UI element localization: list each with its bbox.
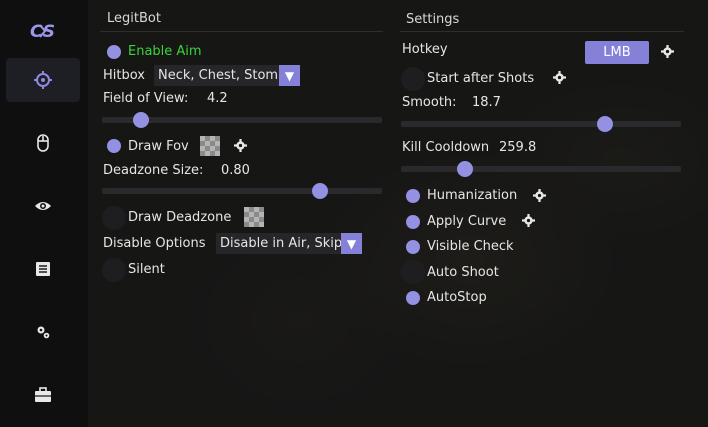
draw-deadzone-label[interactable]: Draw Deadzone xyxy=(128,210,231,225)
chevron-down-icon[interactable]: ▼ xyxy=(341,233,362,254)
crosshair-icon xyxy=(34,71,52,89)
humanization-checkbox[interactable] xyxy=(406,189,420,203)
autostop-checkbox[interactable] xyxy=(406,291,420,305)
legitbot-divider xyxy=(100,31,383,32)
hitbox-select[interactable]: Neck, Chest, Stomach ▼ xyxy=(154,65,300,86)
apply-curve-gear-icon[interactable] xyxy=(522,214,535,227)
visible-check-label[interactable]: Visible Check xyxy=(427,239,514,254)
start-after-shots-label[interactable]: Start after Shots xyxy=(427,71,534,86)
settings-title: Settings xyxy=(406,12,460,27)
auto-shoot-checkbox[interactable] xyxy=(401,260,425,284)
enable-aim-checkbox[interactable] xyxy=(107,45,121,59)
hotkey-gear-icon[interactable] xyxy=(661,45,674,58)
smooth-value: 18.7 xyxy=(472,95,501,110)
chevron-down-icon[interactable]: ▼ xyxy=(279,65,300,86)
document-icon xyxy=(36,262,50,276)
start-after-shots-gear-icon[interactable] xyxy=(553,71,566,84)
gears-icon xyxy=(37,326,50,339)
apply-curve-checkbox[interactable] xyxy=(406,215,420,229)
deadzone-label: Deadzone Size: xyxy=(103,163,204,178)
legitbot-title: LegitBot xyxy=(107,11,161,26)
draw-fov-checkbox[interactable] xyxy=(107,139,121,153)
visible-check-checkbox[interactable] xyxy=(406,240,420,254)
sidebar-item-misc[interactable] xyxy=(6,247,80,291)
eye-icon xyxy=(35,202,51,210)
draw-deadzone-checkbox[interactable] xyxy=(102,206,126,230)
fov-label: Field of View: xyxy=(103,91,189,106)
smooth-slider[interactable] xyxy=(401,116,681,132)
smooth-label: Smooth: xyxy=(402,95,457,110)
mouse-icon xyxy=(37,134,49,152)
draw-fov-color-swatch[interactable] xyxy=(200,136,220,156)
draw-fov-label[interactable]: Draw Fov xyxy=(128,139,189,154)
settings-divider xyxy=(400,31,684,32)
autostop-label[interactable]: AutoStop xyxy=(427,290,487,305)
draw-deadzone-color-swatch[interactable] xyxy=(244,207,264,227)
hotkey-button[interactable]: LMB xyxy=(585,41,649,64)
deadzone-value: 0.80 xyxy=(221,163,250,178)
apply-curve-label[interactable]: Apply Curve xyxy=(427,214,506,229)
humanization-gear-icon[interactable] xyxy=(533,189,546,202)
kill-cooldown-value: 259.8 xyxy=(499,140,537,155)
disable-options-value: Disable in Air, Skip xyxy=(220,236,341,251)
sidebar-item-settings[interactable] xyxy=(6,373,80,417)
cs-logo: CS xyxy=(20,20,66,42)
kill-cooldown-slider[interactable] xyxy=(401,161,681,177)
deadzone-slider[interactable] xyxy=(102,183,382,199)
sidebar-item-config[interactable] xyxy=(6,310,80,354)
briefcase-icon xyxy=(35,387,51,402)
sidebar-item-visuals[interactable] xyxy=(6,184,80,228)
sidebar: CS xyxy=(0,0,88,427)
draw-fov-gear-icon[interactable] xyxy=(234,139,247,152)
sidebar-item-triggerbot[interactable] xyxy=(6,121,80,165)
fov-slider[interactable] xyxy=(102,112,382,128)
cs-logo-icon: CS xyxy=(30,22,55,42)
kill-cooldown-label: Kill Cooldown xyxy=(402,140,490,155)
disable-options-label: Disable Options xyxy=(103,236,206,251)
fov-value: 4.2 xyxy=(207,91,228,106)
silent-checkbox[interactable] xyxy=(102,258,126,282)
auto-shoot-label[interactable]: Auto Shoot xyxy=(427,265,499,280)
start-after-shots-checkbox[interactable] xyxy=(401,67,425,91)
hitbox-value: Neck, Chest, Stomach xyxy=(158,68,279,83)
humanization-label[interactable]: Humanization xyxy=(427,188,517,203)
hitbox-label: Hitbox xyxy=(103,68,145,83)
enable-aim-label[interactable]: Enable Aim xyxy=(128,44,202,59)
silent-label[interactable]: Silent xyxy=(128,262,165,277)
sidebar-item-aimbot[interactable] xyxy=(6,58,80,102)
disable-options-select[interactable]: Disable in Air, Skip ▼ xyxy=(216,233,362,254)
hotkey-label: Hotkey xyxy=(402,42,448,57)
